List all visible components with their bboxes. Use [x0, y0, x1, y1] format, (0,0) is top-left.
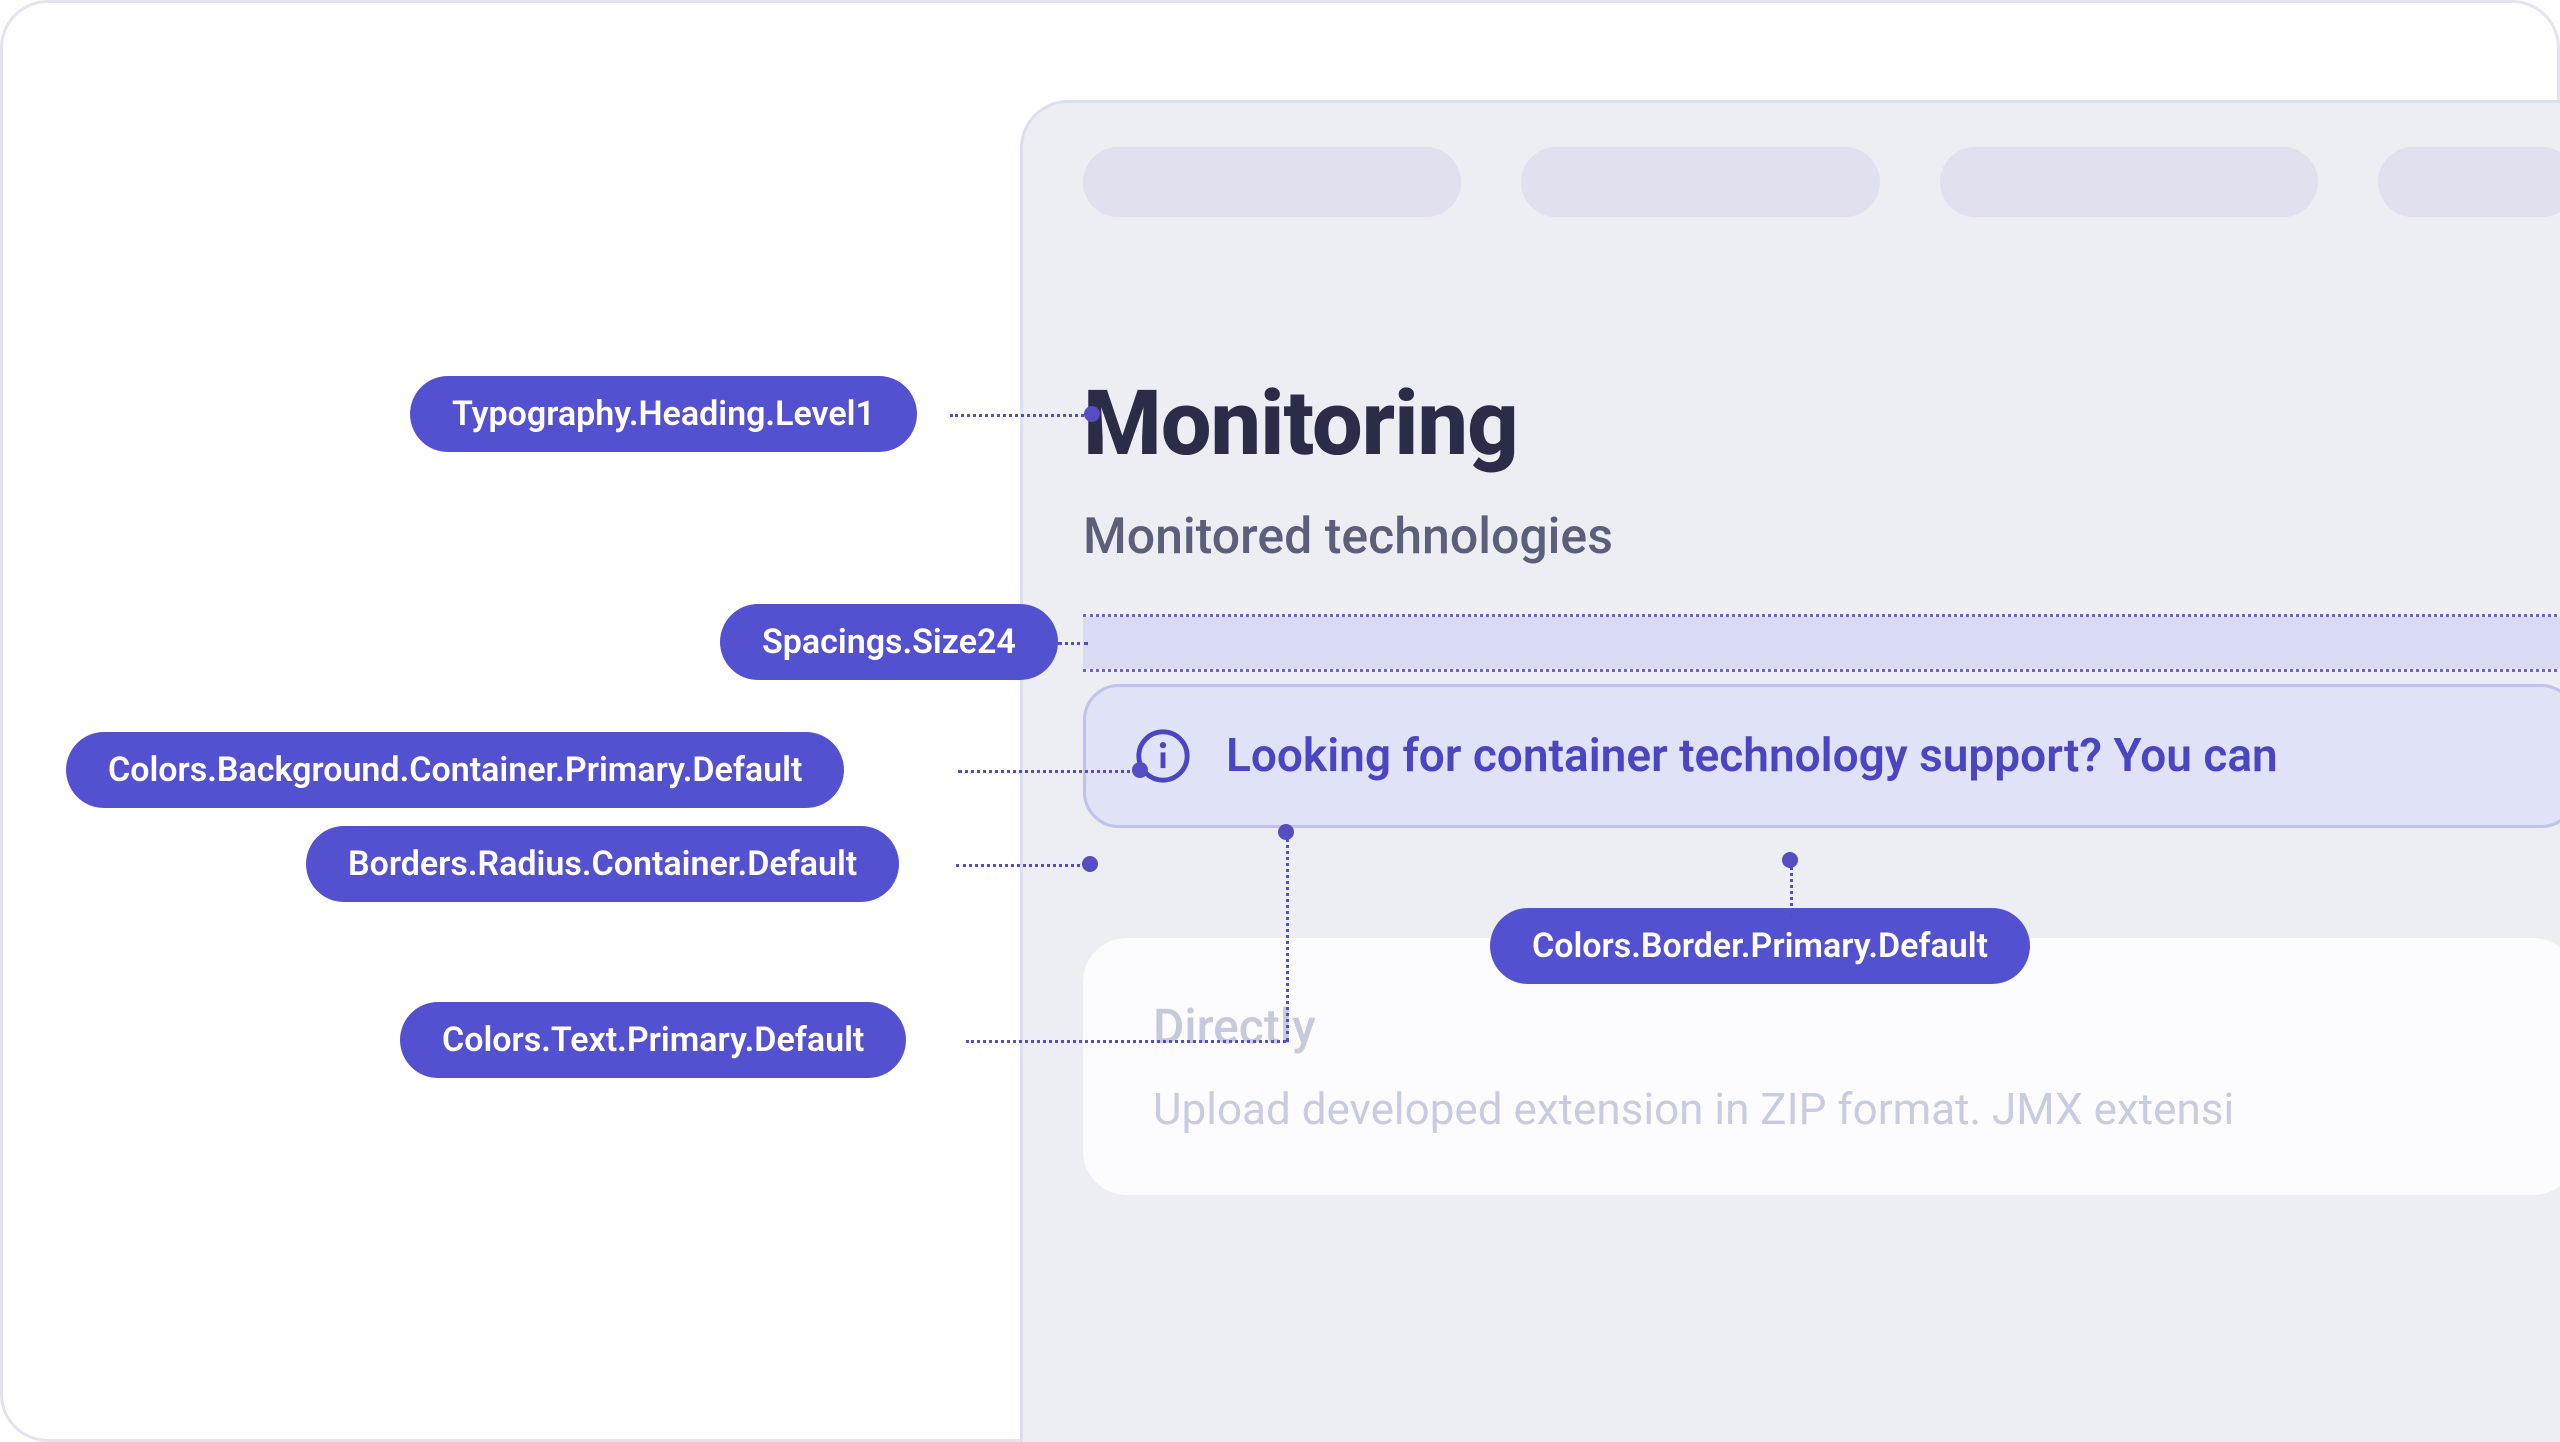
connector: [966, 1040, 1286, 1043]
token-chip-text-primary: Colors.Text.Primary.Default: [400, 1002, 906, 1078]
tab-bar: [1023, 103, 2560, 261]
upload-card-title: Directly: [1153, 998, 2507, 1055]
connector: [1790, 860, 1793, 918]
connector: [1286, 832, 1289, 1042]
connector-dot: [1782, 852, 1798, 868]
token-chip-spacing-24: Spacings.Size24: [720, 604, 1058, 680]
info-callout: Looking for container technology support…: [1083, 684, 2560, 828]
token-chip-radius-container: Borders.Radius.Container.Default: [306, 826, 899, 902]
connector-dot: [1278, 824, 1294, 840]
tab-skeleton: [1521, 147, 1879, 217]
upload-card-body: Upload developed extension in ZIP format…: [1153, 1083, 2507, 1135]
page-title: Monitoring: [1083, 371, 2560, 476]
callout-text: Looking for container technology support…: [1226, 729, 2278, 783]
token-chip-bg-container-primary: Colors.Background.Container.Primary.Defa…: [66, 732, 844, 808]
connector-dot: [1084, 406, 1100, 422]
connector-dot: [1082, 856, 1098, 872]
page-subtitle: Monitored technologies: [1083, 508, 2560, 566]
token-chip-typography-h1: Typography.Heading.Level1: [410, 376, 917, 452]
connector: [950, 414, 1090, 417]
token-chip-border-primary: Colors.Border.Primary.Default: [1490, 908, 2030, 984]
spacing-size24-indicator: [1083, 614, 2560, 672]
connector: [956, 864, 1086, 867]
tab-skeleton: [1940, 147, 2318, 217]
connector: [958, 770, 1138, 773]
connector: [1058, 642, 1088, 645]
tab-skeleton: [1083, 147, 1461, 217]
tab-skeleton: [2378, 147, 2560, 217]
sample-app-window: Monitoring Monitored technologies Lookin…: [1020, 100, 2560, 1442]
connector-dot: [1132, 762, 1148, 778]
